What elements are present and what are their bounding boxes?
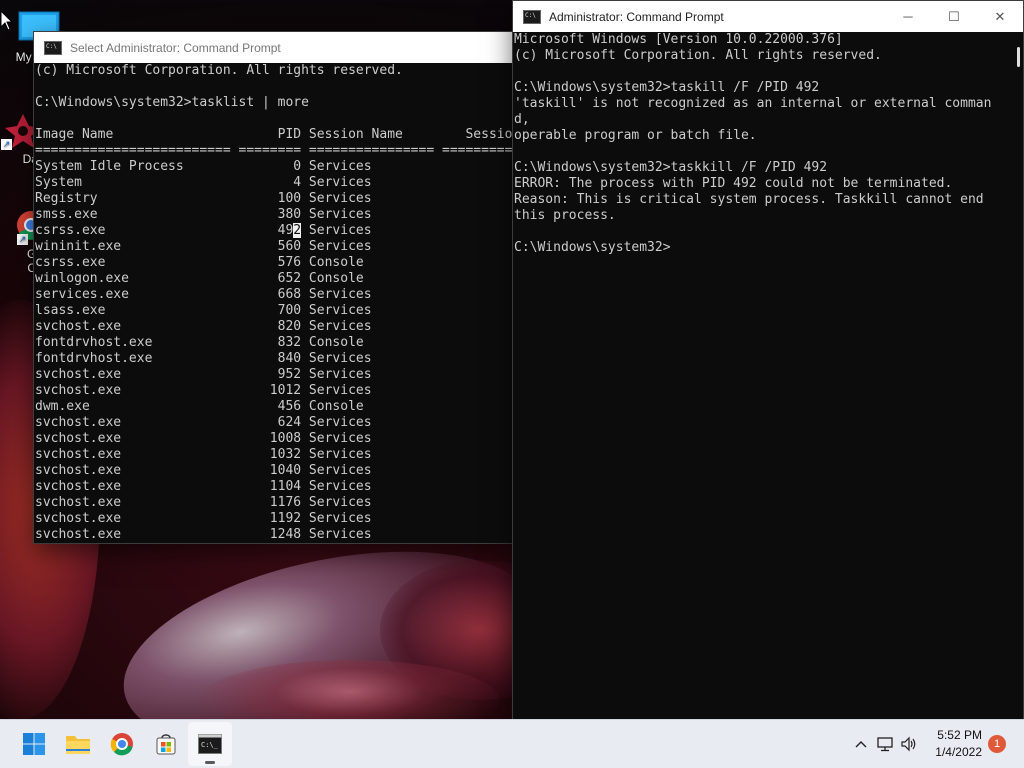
- minimize-button[interactable]: ─: [885, 1, 931, 32]
- system-tray: 5:52 PM 1/4/2022 1: [849, 720, 1024, 768]
- cmd-window-tasklist[interactable]: Select Administrator: Command Prompt (c)…: [33, 31, 515, 544]
- console-line: svchost.exe 1104 Services 0 11,732 K: [35, 479, 372, 494]
- console-output[interactable]: Microsoft Windows [Version 10.0.22000.37…: [513, 32, 1023, 718]
- clock-date: 1/4/2022: [935, 745, 982, 759]
- console-line: d,: [514, 112, 530, 127]
- scrollbar-thumb[interactable]: [1017, 47, 1020, 67]
- console-line: svchost.exe 1176 Services 0 4,644 K: [35, 495, 372, 510]
- console-line: Registry 100 Services 0 76,888 K: [35, 191, 372, 206]
- console-line: svchost.exe 1032 Services 0 7,896 K: [35, 447, 372, 462]
- console-line: fontdrvhost.exe 832 Console 1 3,412 K: [35, 335, 364, 350]
- chrome-icon: [110, 733, 133, 756]
- console-line: lsass.exe 700 Services 0 17,520 K: [35, 303, 372, 318]
- console-line: (c) Microsoft Corporation. All rights re…: [35, 63, 403, 78]
- console-line: svchost.exe 952 Services 0 12,812 K: [35, 367, 372, 382]
- console-line: C:\Windows\system32>taskkill /F /PID 492: [514, 160, 828, 175]
- console-line: csrss.exe 492 Services 0 4,796 K: [35, 223, 372, 238]
- network-button[interactable]: [873, 720, 897, 768]
- network-icon: [877, 737, 893, 752]
- console-line: winlogon.exe 652 Console 1 11,016 K: [35, 271, 364, 286]
- console-line: svchost.exe 624 Services 0 9,708 K: [35, 415, 372, 430]
- window-titlebar[interactable]: Select Administrator: Command Prompt: [34, 32, 514, 63]
- close-button[interactable]: ✕: [977, 1, 1023, 32]
- selection-cursor: 2: [293, 223, 302, 238]
- show-hidden-icons-button[interactable]: [849, 720, 873, 768]
- command-prompt-icon: [44, 40, 62, 55]
- window-title: Select Administrator: Command Prompt: [70, 40, 281, 55]
- notification-badge[interactable]: 1: [988, 735, 1006, 753]
- window-titlebar[interactable]: Administrator: Command Prompt ─ ☐ ✕: [513, 1, 1023, 32]
- console-line: System 4 Services 0 4,452 K: [35, 175, 372, 190]
- console-line: fontdrvhost.exe 840 Services 0 2,812 K: [35, 351, 372, 366]
- console-line: wininit.exe 560 Services 0 5,952 K: [35, 239, 372, 254]
- console-line: (c) Microsoft Corporation. All rights re…: [514, 48, 882, 63]
- cmd-window-taskkill[interactable]: Administrator: Command Prompt ─ ☐ ✕ Micr…: [512, 0, 1024, 720]
- desktop: My Co ↗ DataV ↗ Go Ch Sele: [0, 0, 1024, 768]
- store-button[interactable]: [144, 722, 188, 766]
- svg-text:C:\_: C:\_: [201, 741, 219, 749]
- console-line: C:\Windows\system32>taskill /F /PID 492: [514, 80, 820, 95]
- volume-icon: [901, 736, 916, 752]
- chrome-button[interactable]: [100, 722, 144, 766]
- console-line: dwm.exe 456 Console 1 63,408 K: [35, 399, 364, 414]
- clock-button[interactable]: 5:52 PM 1/4/2022: [935, 727, 982, 761]
- command-prompt-icon: [523, 9, 541, 24]
- clock-time: 5:52 PM: [937, 728, 982, 742]
- command-prompt-icon: C:\_: [198, 734, 222, 754]
- console-line: Image Name PID Session Name Session# Mem…: [35, 127, 514, 142]
- console-line: Reason: This is critical system process.…: [514, 192, 984, 207]
- mouse-pointer-icon: [0, 10, 14, 31]
- console-line: smss.exe 380 Services 0 1,012 K: [35, 207, 372, 222]
- console-line: services.exe 668 Services 0 8,572 K: [35, 287, 372, 302]
- taskbar: C:\_ 5:52 PM 1/4/2022 1: [0, 719, 1024, 768]
- terminal-button[interactable]: C:\_: [188, 722, 232, 766]
- start-button[interactable]: [12, 722, 56, 766]
- window-title: Administrator: Command Prompt: [549, 9, 724, 24]
- shortcut-arrow-icon: ↗: [1, 139, 12, 150]
- windows-start-icon: [23, 733, 45, 755]
- console-line: Microsoft Windows [Version 10.0.22000.37…: [514, 32, 843, 47]
- console-line: csrss.exe 576 Console 1 5,100 K: [35, 255, 364, 270]
- maximize-button[interactable]: ☐: [931, 1, 977, 32]
- console-line: svchost.exe 1012 Services 0 7,432 K: [35, 383, 372, 398]
- console-line: svchost.exe 1008 Services 0 5,432 K: [35, 431, 372, 446]
- console-line: System Idle Process 0 Services 0 8 K: [35, 159, 372, 174]
- volume-button[interactable]: [897, 720, 921, 768]
- running-indicator: [205, 761, 215, 764]
- store-icon: [156, 734, 176, 755]
- console-line: 'taskill' is not recognized as an intern…: [514, 96, 992, 111]
- console-line: svchost.exe 1192 Services 0 8,972 K: [35, 511, 372, 526]
- console-line: operable program or batch file.: [514, 128, 757, 143]
- shortcut-arrow-icon: ↗: [17, 234, 28, 245]
- console-line: ERROR: The process with PID 492 could no…: [514, 176, 953, 191]
- console-line: this process.: [514, 208, 616, 223]
- folder-icon: [66, 736, 90, 754]
- console-line: ========================= ======== =====…: [35, 143, 514, 158]
- console-line: svchost.exe 1040 Services 0 6,604 K: [35, 463, 372, 478]
- chevron-up-icon: [855, 741, 867, 748]
- console-line: svchost.exe 1248 Services 0 6,236 K: [35, 527, 372, 542]
- window-controls: ─ ☐ ✕: [885, 1, 1023, 32]
- console-line: C:\Windows\system32>: [514, 240, 671, 255]
- taskbar-apps: C:\_: [12, 720, 232, 768]
- console-line: C:\Windows\system32>tasklist | more: [35, 95, 309, 110]
- file-explorer-button[interactable]: [56, 722, 100, 766]
- console-output[interactable]: (c) Microsoft Corporation. All rights re…: [34, 63, 514, 543]
- console-line: svchost.exe 820 Services 0 25,420 K: [35, 319, 372, 334]
